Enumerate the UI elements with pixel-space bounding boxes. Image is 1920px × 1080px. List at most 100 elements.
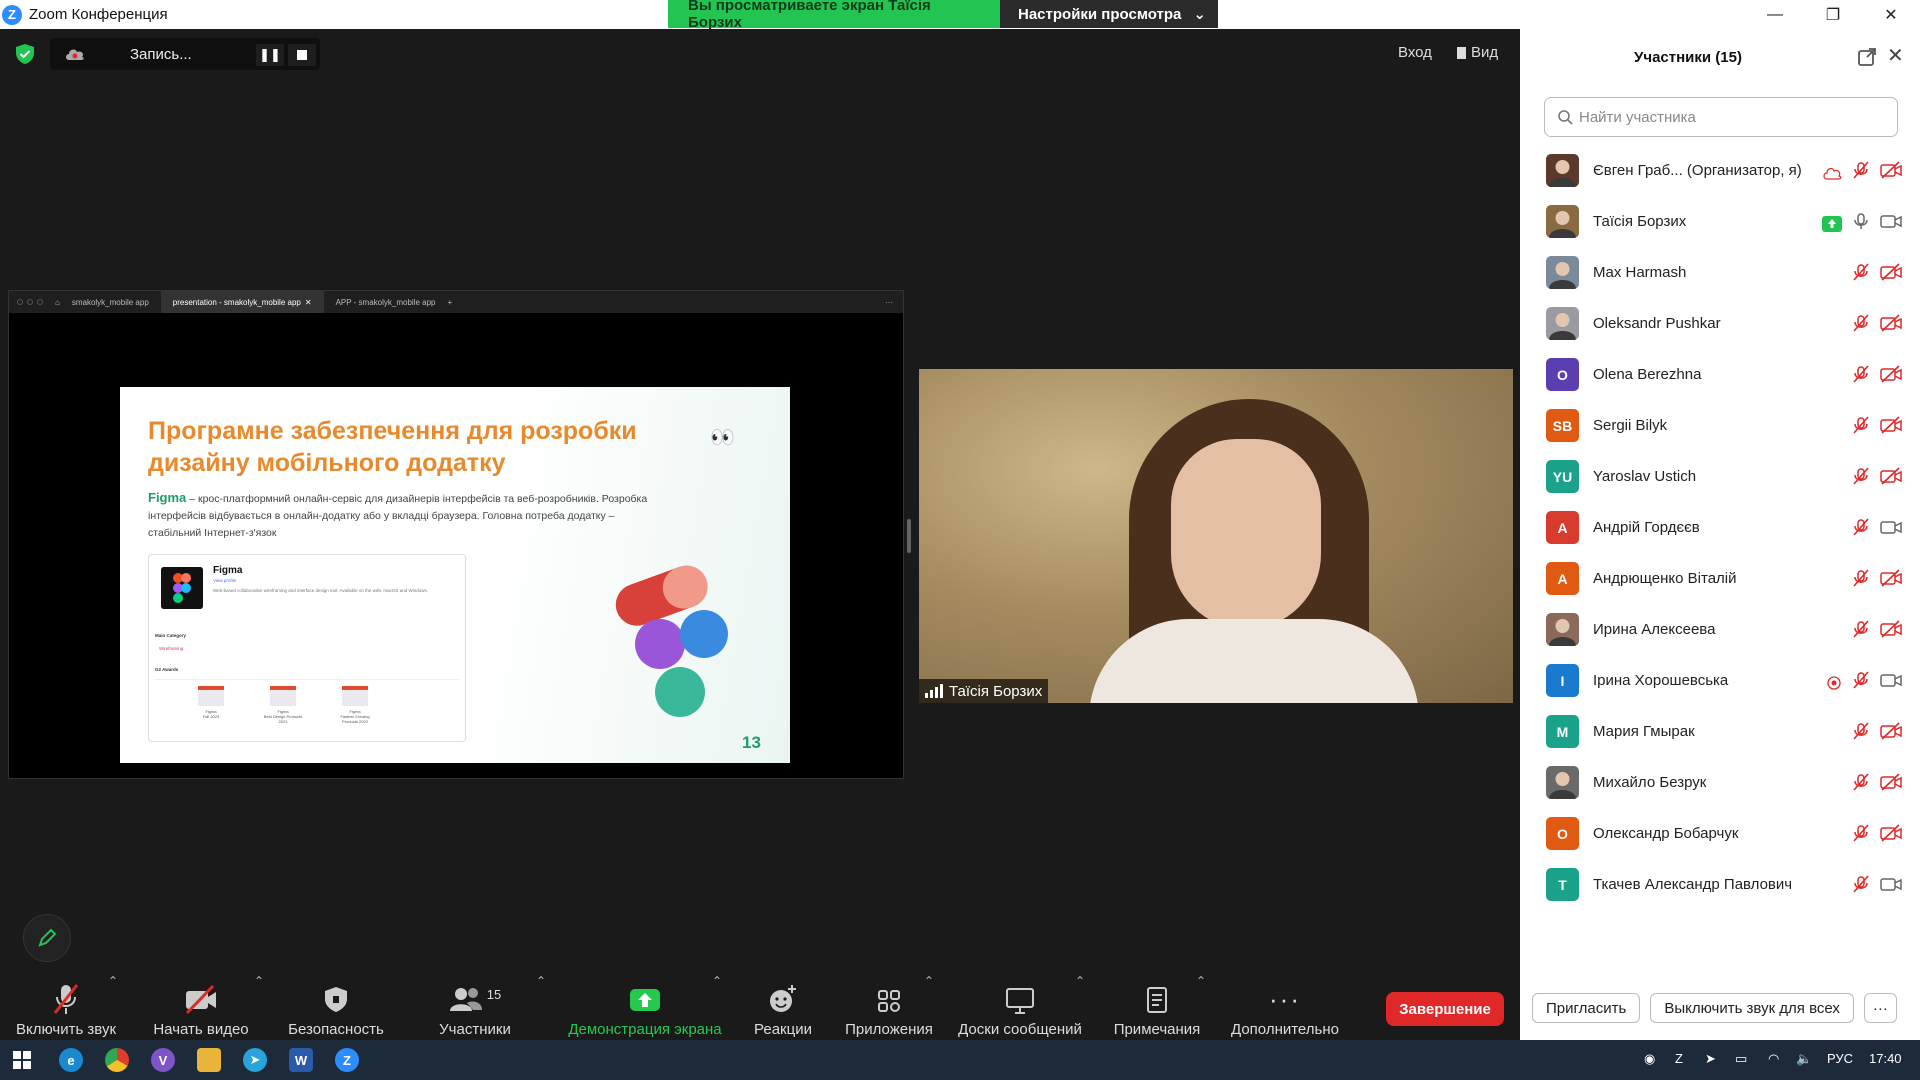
zoom-taskbar-icon[interactable]: Z (335, 1048, 359, 1072)
participant-status (1852, 467, 1902, 490)
signal-bars-icon (925, 684, 943, 698)
minimize-button[interactable]: — (1746, 0, 1804, 29)
browser-tab-active: presentation - smakolyk_mobile app ✕ (160, 291, 324, 313)
mic-muted-icon (53, 984, 79, 1014)
pause-recording-button[interactable]: ❚❚ (256, 44, 284, 66)
video-icon (1880, 875, 1902, 898)
search-input[interactable] (1579, 108, 1879, 126)
close-panel-icon[interactable]: ✕ (1887, 43, 1904, 68)
video-options-caret[interactable]: ⌃ (254, 974, 264, 988)
more-button[interactable]: ··· Дополнительно (1228, 970, 1342, 1040)
audio-options-caret[interactable]: ⌃ (108, 974, 118, 988)
share-screen-icon (630, 989, 660, 1011)
avatar: І (1546, 664, 1579, 697)
mute-all-button[interactable]: Выключить звук для всех (1650, 993, 1854, 1023)
participant-list: Євген Граб... (Организатор, я) Таїсія Бор… (1520, 145, 1920, 910)
language-indicator[interactable]: РУС (1827, 1051, 1853, 1066)
shared-screen[interactable]: ⌂ smakolyk_mobile app presentation - sma… (8, 290, 904, 779)
avatar (1546, 307, 1579, 340)
participant-row[interactable]: Т Ткачев Александр Павлович (1520, 859, 1920, 910)
participant-row[interactable]: Таїсія Борзих (1520, 196, 1920, 247)
mic-muted-icon (1852, 314, 1870, 337)
share-options-caret[interactable]: ⌃ (712, 974, 722, 988)
invite-button[interactable]: Пригласить (1532, 993, 1641, 1023)
taskbar: e V ➤ W Z ◉ Z ➤ ▭ ◠ 🔈 РУС 17:40 (0, 1040, 1920, 1080)
security-button[interactable]: Безопасность (288, 970, 384, 1040)
participant-row[interactable]: М Мария Гмырак (1520, 706, 1920, 757)
notes-options-caret[interactable]: ⌃ (1196, 974, 1206, 988)
volume-icon[interactable]: 🔈 (1796, 1051, 1812, 1067)
split-view-handle[interactable] (907, 519, 911, 553)
participant-row[interactable]: Max Harmash (1520, 247, 1920, 298)
file-explorer-icon[interactable] (197, 1048, 221, 1072)
mic-muted-icon (1852, 824, 1870, 847)
video-off-icon (1880, 773, 1902, 796)
video-icon (1880, 212, 1902, 235)
whiteboards-button[interactable]: Доски сообщений (954, 970, 1086, 1040)
telegram-icon[interactable]: ➤ (243, 1048, 267, 1072)
participant-row[interactable]: О Олександр Бобарчук (1520, 808, 1920, 859)
participants-count: 15 (486, 986, 502, 1002)
participant-row[interactable]: O Olena Berezhna (1520, 349, 1920, 400)
participant-search[interactable] (1544, 97, 1898, 137)
participant-row[interactable]: YU Yaroslav Ustich (1520, 451, 1920, 502)
participant-row[interactable]: SB Sergii Bilyk (1520, 400, 1920, 451)
annotate-pencil-button[interactable] (23, 914, 71, 962)
unmute-button[interactable]: Включить звук (12, 970, 120, 1040)
participant-row[interactable]: Ирина Алексеева (1520, 604, 1920, 655)
participant-row[interactable]: Михайло Безрук (1520, 757, 1920, 808)
close-window-button[interactable]: ✕ (1862, 0, 1920, 29)
avatar (1546, 205, 1579, 238)
whiteboard-icon (1006, 988, 1034, 1014)
chrome-icon[interactable] (105, 1048, 129, 1072)
participants-button[interactable]: 15 Участники (437, 970, 513, 1040)
battery-icon[interactable]: ▭ (1735, 1051, 1747, 1067)
notes-button[interactable]: Примечания (1110, 970, 1204, 1040)
participants-options-caret[interactable]: ⌃ (536, 974, 546, 988)
apps-options-caret[interactable]: ⌃ (924, 974, 934, 988)
tray-viber-icon[interactable]: ◉ (1644, 1051, 1655, 1067)
word-icon[interactable]: W (289, 1048, 313, 1072)
video-tile[interactable]: Таїсія Борзих (919, 369, 1513, 703)
brand-name: Figma (148, 490, 187, 505)
panel-more-button[interactable]: ··· (1863, 993, 1897, 1023)
shield-icon[interactable] (14, 43, 36, 65)
participant-status (1826, 671, 1902, 694)
participants-panel: Участники (15) ✕ Євген Граб... (Организа… (1520, 29, 1920, 1040)
whiteboards-options-caret[interactable]: ⌃ (1075, 974, 1085, 988)
eyes-icon: 👀 (710, 427, 735, 449)
restore-button[interactable]: ❐ (1804, 0, 1862, 29)
view-options-button[interactable]: Настройки просмотра ⌄ (1000, 0, 1218, 28)
stop-recording-button[interactable] (288, 44, 316, 66)
mic-muted-icon (1852, 773, 1870, 796)
video-person-body (1089, 619, 1419, 703)
slide-description: Figma – крос-платформний онлайн-сервіс д… (148, 490, 648, 539)
notes-label: Примечания (1113, 1021, 1201, 1038)
avatar: YU (1546, 460, 1579, 493)
apps-button[interactable]: Приложения (842, 970, 936, 1040)
participant-row[interactable]: Oleksandr Pushkar (1520, 298, 1920, 349)
participant-name: Михайло Безрук (1593, 774, 1707, 791)
tray-telegram-icon[interactable]: ➤ (1705, 1051, 1716, 1067)
viber-icon[interactable]: V (151, 1048, 175, 1072)
start-video-button[interactable]: Начать видео (150, 970, 252, 1040)
clock[interactable]: 17:40 (1869, 1051, 1902, 1066)
avatar: О (1546, 817, 1579, 850)
pop-out-icon[interactable] (1856, 46, 1878, 68)
participant-row[interactable]: А Андрющенко Віталій (1520, 553, 1920, 604)
enter-button[interactable]: Вход (1398, 44, 1432, 61)
mic-muted-icon (1852, 365, 1870, 388)
tray-zoom-icon[interactable]: Z (1675, 1051, 1683, 1066)
figma-3d-illustration (615, 565, 728, 717)
participant-row[interactable]: Євген Граб... (Организатор, я) (1520, 145, 1920, 196)
participant-row[interactable]: І Ірина Хорошевська (1520, 655, 1920, 706)
reactions-button[interactable]: Реакции (748, 970, 818, 1040)
windows-start-icon[interactable] (13, 1051, 31, 1069)
share-screen-button[interactable]: Демонстрация экрана (566, 970, 724, 1040)
participant-status (1852, 314, 1902, 337)
participant-row[interactable]: А Андрій Гордєєв (1520, 502, 1920, 553)
wifi-icon[interactable]: ◠ (1768, 1051, 1779, 1067)
end-meeting-button[interactable]: Завершение (1386, 992, 1504, 1026)
view-button[interactable]: Вид (1457, 44, 1498, 61)
edge-icon[interactable]: e (59, 1048, 83, 1072)
